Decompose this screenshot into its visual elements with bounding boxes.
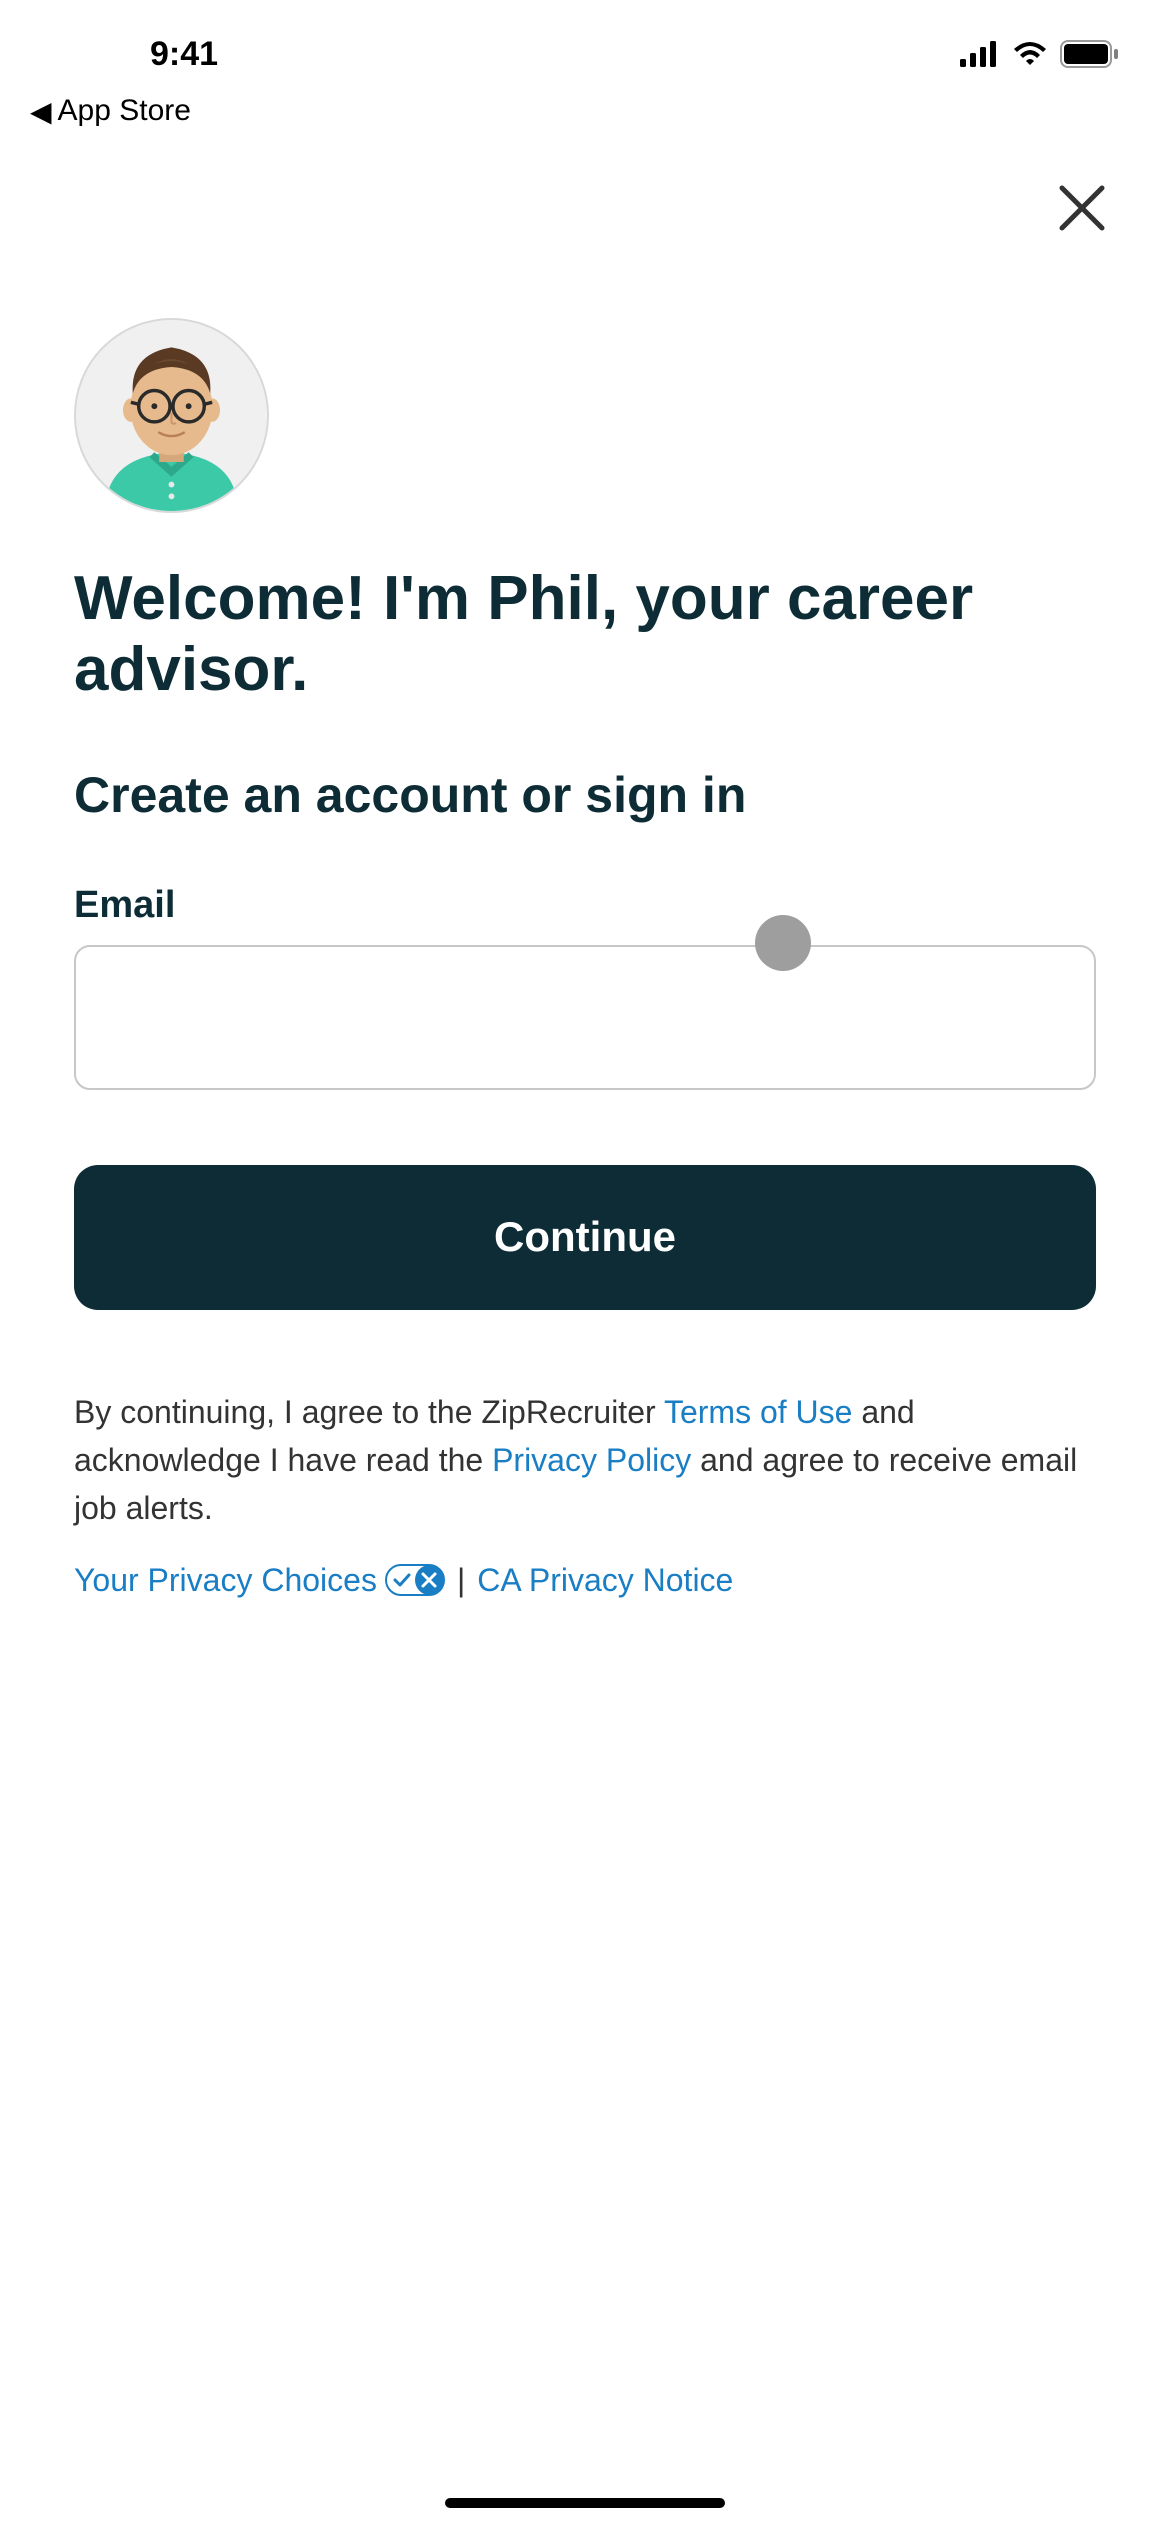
close-icon	[1054, 180, 1110, 236]
privacy-toggle-icon	[385, 1564, 445, 1596]
privacy-row: Your Privacy Choices | CA Privacy Notice	[74, 1562, 1096, 1599]
privacy-choices-link[interactable]: Your Privacy Choices	[74, 1562, 377, 1599]
cursor-dot-icon	[755, 915, 811, 971]
wifi-icon	[1012, 41, 1048, 67]
page-title: Welcome! I'm Phil, your career advisor.	[74, 563, 1096, 706]
home-indicator[interactable]	[445, 2498, 725, 2508]
back-label: App Store	[58, 94, 191, 128]
chevron-left-icon: ◀	[30, 95, 52, 128]
close-button[interactable]	[1054, 180, 1110, 236]
battery-icon	[1060, 40, 1120, 68]
main-content: Welcome! I'm Phil, your career advisor. …	[0, 148, 1170, 1599]
legal-text: By continuing, I agree to the ZipRecruit…	[74, 1388, 1096, 1532]
phil-avatar-icon	[76, 320, 267, 511]
terms-link[interactable]: Terms of Use	[664, 1394, 852, 1430]
status-icons	[960, 40, 1120, 68]
email-input-wrapper	[74, 945, 1096, 1090]
status-bar: 9:41	[0, 0, 1170, 90]
continue-button[interactable]: Continue	[74, 1165, 1096, 1310]
email-field[interactable]	[74, 945, 1096, 1090]
separator: |	[457, 1562, 465, 1599]
ca-privacy-notice-link[interactable]: CA Privacy Notice	[477, 1562, 733, 1599]
privacy-policy-link[interactable]: Privacy Policy	[492, 1442, 691, 1478]
back-to-appstore[interactable]: ◀ App Store	[0, 90, 1170, 148]
status-time: 9:41	[50, 35, 218, 74]
email-label: Email	[74, 884, 1096, 927]
sub-heading: Create an account or sign in	[74, 766, 1096, 824]
cellular-signal-icon	[960, 41, 1000, 67]
avatar	[74, 318, 269, 513]
